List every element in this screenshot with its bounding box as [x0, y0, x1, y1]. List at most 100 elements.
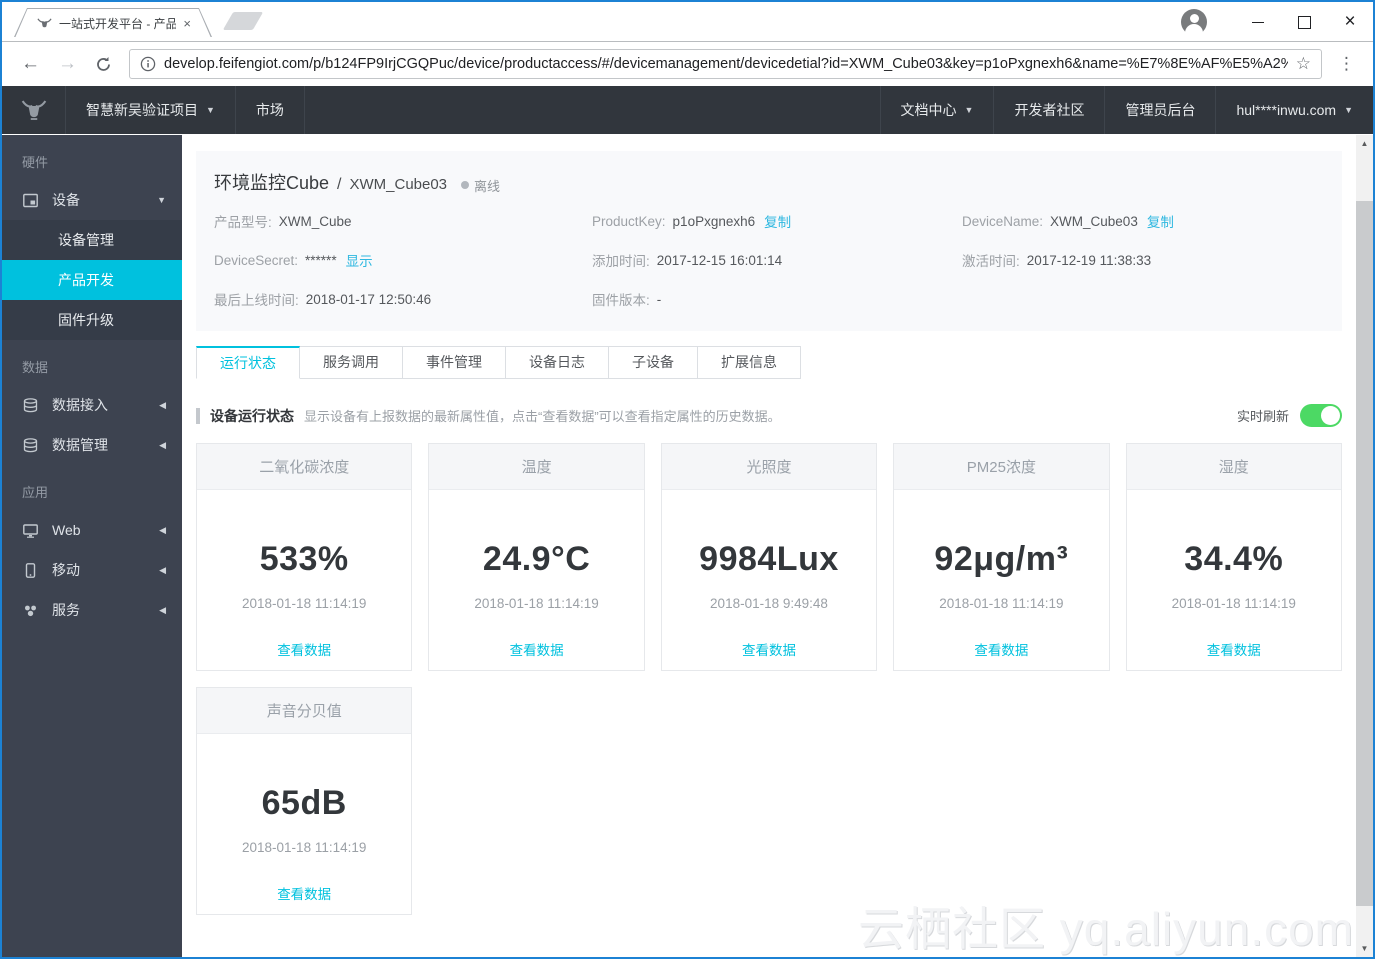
platform-logo[interactable]	[2, 86, 66, 134]
sidebar-item-data-access[interactable]: 数据接入 ◀	[2, 385, 182, 425]
property-cards: 二氧化碳浓度 533% 2018-01-18 11:14:19 查看数据 温度 …	[196, 443, 1342, 915]
sidebar-item-mobile[interactable]: 移动 ◀	[2, 550, 182, 590]
page-info-icon[interactable]	[140, 56, 156, 72]
sidebar-item-web[interactable]: Web ◀	[2, 510, 182, 550]
browser-profile-avatar[interactable]	[1181, 9, 1207, 35]
view-data-link[interactable]: 查看数据	[277, 639, 331, 659]
card-timestamp: 2018-01-18 11:14:19	[939, 596, 1064, 611]
card-value: 65dB	[261, 784, 347, 822]
view-data-link[interactable]: 查看数据	[742, 639, 796, 659]
info-row-device-name: DeviceName: XWM_Cube03 复制	[962, 211, 1324, 231]
sidebar-section-data: 数据	[22, 360, 49, 375]
forward-button[interactable]: →	[49, 53, 86, 75]
browser-toolbar: ← → develop.feifengiot.com/p/b124FP9IrjC…	[2, 42, 1373, 86]
tab-extended-info[interactable]: 扩展信息	[698, 346, 801, 379]
app-navbar: 智慧新吴验证项目 ▼ 市场 文档中心 ▼ 开发者社区 管理员后台 hul****…	[2, 86, 1373, 134]
card-timestamp: 2018-01-18 11:14:19	[1171, 596, 1296, 611]
project-selector[interactable]: 智慧新吴验证项目 ▼	[66, 86, 236, 134]
scrollbar-thumb[interactable]	[1356, 201, 1373, 906]
view-data-link[interactable]: 查看数据	[1207, 639, 1261, 659]
sidebar-item-device-management[interactable]: 设备管理	[2, 220, 182, 260]
nav-docs-center[interactable]: 文档中心 ▼	[879, 86, 994, 134]
tab-close-icon[interactable]: ×	[183, 16, 191, 31]
browser-menu-icon[interactable]: ⋮	[1330, 54, 1363, 74]
url-bar[interactable]: develop.feifengiot.com/p/b124FP9IrjCGQPu…	[129, 49, 1322, 79]
card-value: 533%	[259, 540, 349, 578]
info-row-device-secret: DeviceSecret: ****** 显示	[214, 250, 592, 270]
device-product-title: 环境监控Cube	[214, 173, 330, 193]
property-card-humidity: 湿度 34.4% 2018-01-18 11:14:19 查看数据	[1125, 443, 1342, 671]
sidebar: 硬件 设备 ▼ 设备管理 产品开发 固件升级 数据 数据接入 ◀ 数据管理 ◀ …	[2, 135, 182, 957]
property-card-pm25: PM25浓度 92μg/m³ 2018-01-18 11:14:19 查看数据	[893, 443, 1110, 671]
sidebar-item-product-development[interactable]: 产品开发	[2, 260, 182, 300]
view-data-link[interactable]: 查看数据	[277, 883, 331, 903]
property-card-illuminance: 光照度 9984Lux 2018-01-18 9:49:48 查看数据	[660, 443, 878, 671]
info-row-product-key: ProductKey: p1oPxgnexh6 复制	[592, 211, 962, 231]
tab-event-management[interactable]: 事件管理	[403, 346, 506, 379]
scroll-up-icon[interactable]: ▲	[1356, 135, 1373, 152]
tab-sub-device[interactable]: 子设备	[609, 346, 698, 379]
window-minimize-button[interactable]	[1235, 7, 1281, 37]
nav-admin-console[interactable]: 管理员后台	[1104, 86, 1215, 134]
chevron-left-icon: ◀	[159, 604, 166, 615]
account-menu[interactable]: hul****inwu.com ▼	[1215, 86, 1373, 134]
info-row-product-model: 产品型号: XWM_Cube	[214, 213, 352, 231]
card-title: 湿度	[1126, 444, 1341, 490]
run-status-title: 设备运行状态	[210, 407, 294, 424]
device-info-panel: 环境监控Cube / XWM_Cube03 离线 产品型号: XWM_Cube	[196, 151, 1342, 331]
card-value: 24.9°C	[482, 540, 591, 578]
scroll-down-icon[interactable]: ▼	[1356, 940, 1373, 957]
database-icon	[22, 437, 39, 454]
browser-titlebar: 一站式开发平台 - 产品开 × ×	[2, 2, 1373, 42]
window-close-button[interactable]: ×	[1327, 7, 1373, 37]
copy-product-key-link[interactable]: 复制	[764, 211, 791, 231]
card-timestamp: 2018-01-18 11:14:19	[242, 840, 367, 855]
sidebar-item-device[interactable]: 设备 ▼	[2, 180, 182, 220]
nav-market[interactable]: 市场	[236, 86, 305, 134]
phone-icon	[22, 562, 39, 579]
new-tab-button[interactable]	[222, 12, 264, 30]
property-card-temperature: 温度 24.9°C 2018-01-18 11:14:19 查看数据	[428, 443, 645, 671]
offline-dot-icon	[461, 181, 470, 189]
card-title: 温度	[429, 444, 644, 490]
info-row-activate-time: 激活时间: 2017-12-19 11:38:33	[962, 252, 1152, 270]
run-status-header: 设备运行状态 显示设备有上报数据的最新属性值，点击“查看数据”可以查看指定属性的…	[196, 404, 1342, 427]
browser-tab[interactable]: 一站式开发平台 - 产品开 ×	[14, 8, 212, 37]
chevron-left-icon: ◀	[159, 524, 166, 535]
realtime-refresh-toggle[interactable]	[1300, 404, 1342, 427]
card-title: 二氧化碳浓度	[197, 444, 412, 490]
nav-developer-community[interactable]: 开发者社区	[993, 86, 1104, 134]
window-maximize-button[interactable]	[1281, 7, 1327, 37]
card-timestamp: 2018-01-18 9:49:48	[710, 596, 828, 611]
view-data-link[interactable]: 查看数据	[510, 639, 564, 659]
sidebar-item-service[interactable]: 服务 ◀	[2, 590, 182, 630]
tab-device-log[interactable]: 设备日志	[506, 346, 609, 379]
sidebar-item-firmware-upgrade[interactable]: 固件升级	[2, 300, 182, 340]
reload-button[interactable]	[86, 56, 121, 73]
card-timestamp: 2018-01-18 11:14:19	[242, 596, 367, 611]
bookmark-star-icon[interactable]: ☆	[1296, 54, 1311, 74]
chevron-down-icon: ▼	[1344, 105, 1353, 115]
page-scrollbar[interactable]: ▲ ▼	[1356, 135, 1373, 957]
sidebar-section-application: 应用	[22, 485, 49, 500]
copy-device-name-link[interactable]: 复制	[1147, 211, 1174, 231]
favicon-icon	[37, 16, 52, 31]
tab-service-invoke[interactable]: 服务调用	[300, 346, 403, 379]
show-secret-link[interactable]: 显示	[346, 250, 373, 270]
sidebar-item-data-management[interactable]: 数据管理 ◀	[2, 425, 182, 465]
tab-title: 一站式开发平台 - 产品开	[59, 17, 166, 31]
monitor-icon	[22, 522, 39, 539]
chevron-down-icon: ▼	[157, 195, 166, 205]
view-data-link[interactable]: 查看数据	[974, 639, 1028, 659]
back-button[interactable]: ←	[12, 53, 49, 75]
realtime-refresh-label: 实时刷新	[1236, 409, 1289, 424]
card-title: 光照度	[661, 444, 877, 490]
run-status-description: 显示设备有上报数据的最新属性值，点击“查看数据”可以查看指定属性的历史数据。	[304, 409, 781, 424]
info-row-last-online: 最后上线时间: 2018-01-17 12:50:46	[214, 291, 432, 309]
url-text[interactable]: develop.feifengiot.com/p/b124FP9IrjCGQPu…	[164, 56, 1288, 72]
property-card-co2: 二氧化碳浓度 533% 2018-01-18 11:14:19 查看数据	[196, 443, 413, 671]
card-title: PM25浓度	[894, 444, 1109, 490]
chevron-down-icon: ▼	[964, 105, 974, 115]
device-name-title: XWM_Cube03	[349, 176, 448, 193]
tab-run-status[interactable]: 运行状态	[196, 346, 300, 379]
